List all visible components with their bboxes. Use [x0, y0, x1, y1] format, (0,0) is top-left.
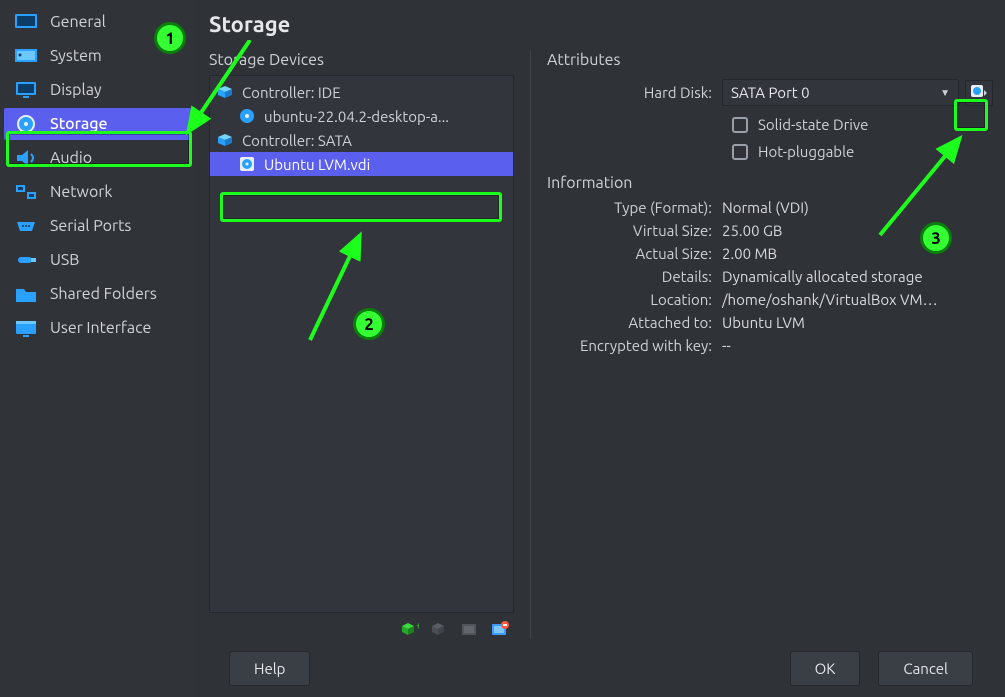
info-value: Normal (VDI) [722, 199, 993, 216]
hard-disk-menu-button[interactable] [965, 80, 993, 106]
sidebar-item-general[interactable]: General [4, 6, 191, 38]
sidebar-item-label: Display [50, 81, 102, 99]
sidebar-item-system[interactable]: System [4, 40, 191, 72]
page-title: Storage [209, 12, 993, 37]
sidebar-item-label: Network [50, 183, 112, 201]
sidebar-item-label: Storage [50, 115, 108, 133]
hard-disk-value: SATA Port 0 [731, 84, 810, 101]
tree-controller-sata[interactable]: Controller: SATA [210, 128, 513, 152]
sidebar-item-network[interactable]: Network [4, 176, 191, 208]
settings-sidebar: General System Display Storage [0, 0, 195, 697]
tree-controller-ide[interactable]: Controller: IDE [210, 80, 513, 104]
info-label: Attached to: [547, 314, 722, 331]
storage-devices-title: Storage Devices [209, 51, 514, 69]
general-icon [14, 12, 38, 32]
sidebar-item-label: USB [50, 251, 79, 269]
remove-attachment-icon[interactable] [490, 619, 510, 639]
shared-folders-icon [14, 284, 38, 304]
attributes-title: Attributes [547, 51, 993, 69]
info-value: /home/oshank/VirtualBox VM… [722, 291, 993, 308]
hard-disk-dropdown[interactable]: SATA Port 0 ▼ [722, 79, 959, 106]
storage-tree-toolbar: + [209, 613, 514, 639]
sidebar-item-display[interactable]: Display [4, 74, 191, 106]
information-title: Information [547, 174, 993, 192]
sidebar-item-audio[interactable]: Audio [4, 142, 191, 174]
svg-text:+: + [416, 621, 419, 631]
info-label: Actual Size: [547, 245, 722, 262]
sidebar-item-label: General [50, 13, 106, 31]
usb-icon [14, 250, 38, 270]
tree-label: ubuntu-22.04.2-desktop-a... [264, 108, 449, 125]
tree-label: Ubuntu LVM.vdi [264, 156, 370, 173]
sidebar-item-usb[interactable]: USB [4, 244, 191, 276]
help-button[interactable]: Help [229, 651, 310, 686]
sidebar-item-label: Shared Folders [50, 285, 157, 303]
serial-ports-icon [14, 216, 38, 236]
info-label: Type (Format): [547, 199, 722, 216]
ssd-label: Solid-state Drive [758, 116, 868, 133]
optical-disc-icon [238, 107, 256, 125]
info-value: Ubuntu LVM [722, 314, 993, 331]
sidebar-item-label: Serial Ports [50, 217, 131, 235]
ok-button[interactable]: OK [790, 651, 861, 686]
checkbox-icon[interactable] [732, 117, 748, 133]
storage-devices-tree[interactable]: Controller: IDE ubuntu-22.04.2-desktop-a… [209, 75, 514, 613]
user-interface-icon [14, 318, 38, 338]
hotplug-checkbox-row[interactable]: Hot-pluggable [547, 137, 993, 164]
info-value: Dynamically allocated storage [722, 268, 993, 285]
controller-icon [216, 83, 234, 101]
network-icon [14, 182, 38, 202]
info-value: 2.00 MB [722, 245, 993, 262]
display-icon [14, 80, 38, 100]
add-attachment-icon[interactable] [460, 619, 480, 639]
info-label: Details: [547, 268, 722, 285]
info-value: -- [722, 337, 993, 354]
tree-label: Controller: IDE [242, 84, 341, 101]
chevron-down-icon: ▼ [940, 87, 950, 99]
audio-icon [14, 148, 38, 168]
info-label: Location: [547, 291, 722, 308]
hotplug-label: Hot-pluggable [758, 143, 854, 160]
ssd-checkbox-row[interactable]: Solid-state Drive [547, 110, 993, 137]
cancel-button[interactable]: Cancel [878, 651, 973, 686]
sidebar-item-shared-folders[interactable]: Shared Folders [4, 278, 191, 310]
tree-item-ide-disk[interactable]: ubuntu-22.04.2-desktop-a... [210, 104, 513, 128]
dialog-footer: Help OK Cancel [209, 639, 993, 697]
sidebar-item-label: System [50, 47, 102, 65]
sidebar-item-serial-ports[interactable]: Serial Ports [4, 210, 191, 242]
sidebar-item-label: User Interface [50, 319, 151, 337]
remove-controller-icon[interactable] [430, 619, 450, 639]
system-icon [14, 46, 38, 66]
sidebar-item-user-interface[interactable]: User Interface [4, 312, 191, 344]
sidebar-item-label: Audio [50, 149, 92, 167]
info-label: Encrypted with key: [547, 337, 722, 354]
controller-icon [216, 131, 234, 149]
checkbox-icon[interactable] [732, 144, 748, 160]
hard-disk-label: Hard Disk: [547, 84, 722, 101]
hard-disk-icon [238, 155, 256, 173]
tree-item-sata-disk[interactable]: Ubuntu LVM.vdi [210, 152, 513, 176]
info-value: 25.00 GB [722, 222, 993, 239]
storage-icon [14, 114, 38, 134]
add-controller-icon[interactable]: + [400, 619, 420, 639]
info-label: Virtual Size: [547, 222, 722, 239]
tree-label: Controller: SATA [242, 132, 352, 149]
sidebar-item-storage[interactable]: Storage [4, 108, 191, 140]
